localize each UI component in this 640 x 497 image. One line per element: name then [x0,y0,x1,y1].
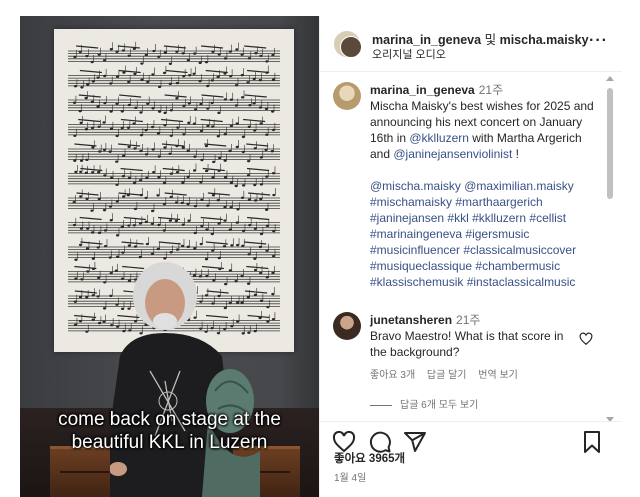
scroll-up-arrow[interactable] [606,76,614,81]
reply-button[interactable]: 답글 달기 [427,370,467,381]
comment-likes[interactable]: 좋아요 3개 [370,370,415,381]
scrollbar[interactable] [606,72,614,422]
comment-time[interactable]: 21주 [456,313,480,327]
caption-username[interactable]: marina_in_geneva [370,83,475,97]
scrollbar-thumb[interactable] [607,88,613,199]
comment-username[interactable]: junetansheren [370,313,452,327]
caption-time[interactable]: 21주 [479,83,503,97]
mention-kklluzern[interactable]: @kklluzern [409,131,469,145]
view-replies-label: 답글 6개 모두 보기 [400,400,479,411]
comment-body: Bravo Maestro! What is that score in the… [370,329,564,359]
post-detail-panel: marina_in_geneva 및 mischa.maisky 오리지널 오디… [319,16,622,497]
avatar-mischa[interactable] [340,36,362,58]
comments-scroll-area[interactable]: marina_in_geneva 21주 Mischa Maisky's best… [320,72,622,412]
caption-text: marina_in_geneva 21주 Mischa Maisky's best… [370,82,595,290]
header-user1[interactable]: marina_in_geneva [372,33,481,47]
action-bar [320,421,622,454]
original-audio-link[interactable]: 오리지널 오디오 [372,46,446,62]
video-caption-line2: beautiful KKL in Luzern [71,432,268,453]
video-player[interactable]: come back on stage at the beautiful KKL … [20,16,319,497]
caption-body-end: ! [512,147,519,161]
header-conjunction: 및 [484,33,497,47]
avatar[interactable] [333,82,361,110]
post-date[interactable]: 1월 4일 [334,469,366,484]
more-horizontal-icon[interactable]: ··· [589,32,608,50]
translate-button[interactable]: 번역 보기 [478,370,518,381]
post-header: marina_in_geneva 및 mischa.maisky 오리지널 오디… [320,16,622,72]
caption-hashtags[interactable]: @mischa.maisky @maximilian.maisky #misch… [370,178,595,290]
comment-text: junetansheren 21주 Bravo Maestro! What is … [370,312,570,360]
view-replies-button[interactable]: 답글 6개 모두 보기 [370,398,478,412]
comment-heart-icon[interactable] [579,332,593,346]
header-user2[interactable]: mischa.maisky [500,33,589,47]
bookmark-icon[interactable] [580,430,604,454]
comment-meta: 좋아요 3개 답글 달기 번역 보기 [370,368,527,384]
video-caption-line1: come back on stage at the [58,409,281,430]
mention-janinejansen[interactable]: @janinejansenviolinist [393,147,512,161]
avatar[interactable] [333,312,361,340]
send-icon[interactable] [403,430,427,454]
replies-line [370,404,392,406]
likes-count[interactable]: 좋아요 3965개 [334,450,405,466]
cellist-figure [110,262,260,497]
